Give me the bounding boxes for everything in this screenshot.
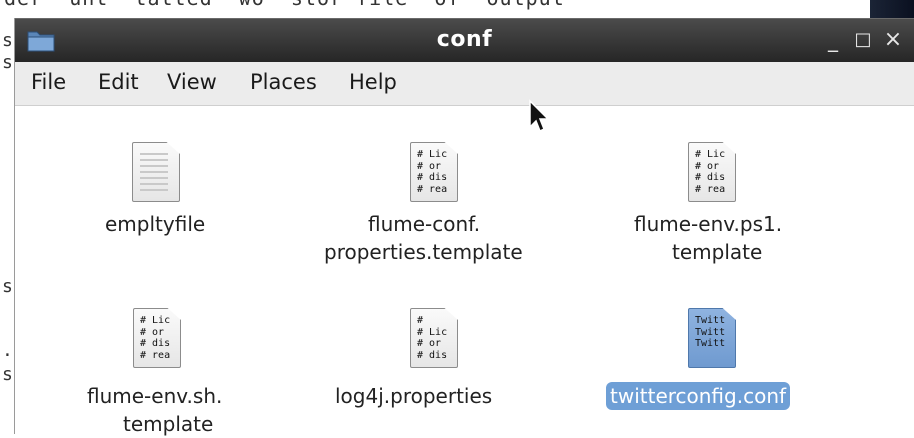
blank-document-icon <box>132 142 180 202</box>
text-document-icon: # # Lic # or # dis <box>410 308 458 368</box>
file-label: properties.template <box>324 240 523 264</box>
background-terminal-text: der unt tatted wo stor file of output <box>4 0 565 10</box>
file-item-twitterconfig-conf[interactable]: Twitt Twitt Twitt twitterconfig.conf <box>606 276 791 436</box>
text-document-icon: # Lic # or # dis # rea <box>688 142 736 202</box>
title-bar[interactable]: conf _ □ × <box>15 18 914 62</box>
window-title: conf <box>436 27 493 52</box>
file-manager-window: conf _ □ × File Edit View Places Help em… <box>15 18 914 436</box>
close-button[interactable]: × <box>880 27 906 53</box>
mouse-pointer-icon <box>529 99 550 133</box>
file-label-selected: twitterconfig.conf <box>606 382 791 410</box>
menu-places[interactable]: Places <box>250 70 317 94</box>
file-label: template <box>672 240 763 264</box>
file-label: empltyfile <box>105 212 206 236</box>
file-item-empltyfile[interactable]: empltyfile <box>105 106 295 276</box>
menu-view[interactable]: View <box>167 70 217 94</box>
menu-help[interactable]: Help <box>349 70 397 94</box>
file-label: log4j.properties <box>335 384 493 408</box>
menu-bar: File Edit View Places Help <box>15 62 914 106</box>
file-icon-view[interactable]: empltyfile # Lic # or # dis # rea flume-… <box>15 106 914 436</box>
file-item-flume-conf-properties-template[interactable]: # Lic # or # dis # rea flume-conf. prope… <box>324 106 523 276</box>
file-item-flume-env-ps1-template[interactable]: # Lic # or # dis # rea flume-env.ps1. te… <box>634 106 782 276</box>
file-label: flume-conf. <box>368 212 481 236</box>
text-document-icon: # Lic # or # dis # rea <box>133 308 181 368</box>
text-document-icon: Twitt Twitt Twitt <box>688 308 736 368</box>
file-item-log4j-properties[interactable]: # # Lic # or # dis log4j.properties <box>335 276 492 436</box>
maximize-button[interactable]: □ <box>850 27 876 53</box>
minimize-button[interactable]: _ <box>820 27 846 53</box>
file-label: flume-env.ps1. <box>634 212 783 236</box>
background-terminal-char: . <box>2 340 13 361</box>
text-document-icon: # Lic # or # dis # rea <box>410 142 458 202</box>
menu-file[interactable]: File <box>31 70 66 94</box>
background-terminal-char: s <box>2 276 13 297</box>
file-item-flume-env-sh-template[interactable]: # Lic # or # dis # rea flume-env.sh. tem… <box>87 276 222 436</box>
background-terminal-char: s <box>2 364 13 385</box>
background-terminal-char: s <box>2 30 13 51</box>
background-terminal-char: s <box>2 52 13 73</box>
file-label: flume-env.sh. <box>87 384 223 408</box>
menu-edit[interactable]: Edit <box>98 70 139 94</box>
